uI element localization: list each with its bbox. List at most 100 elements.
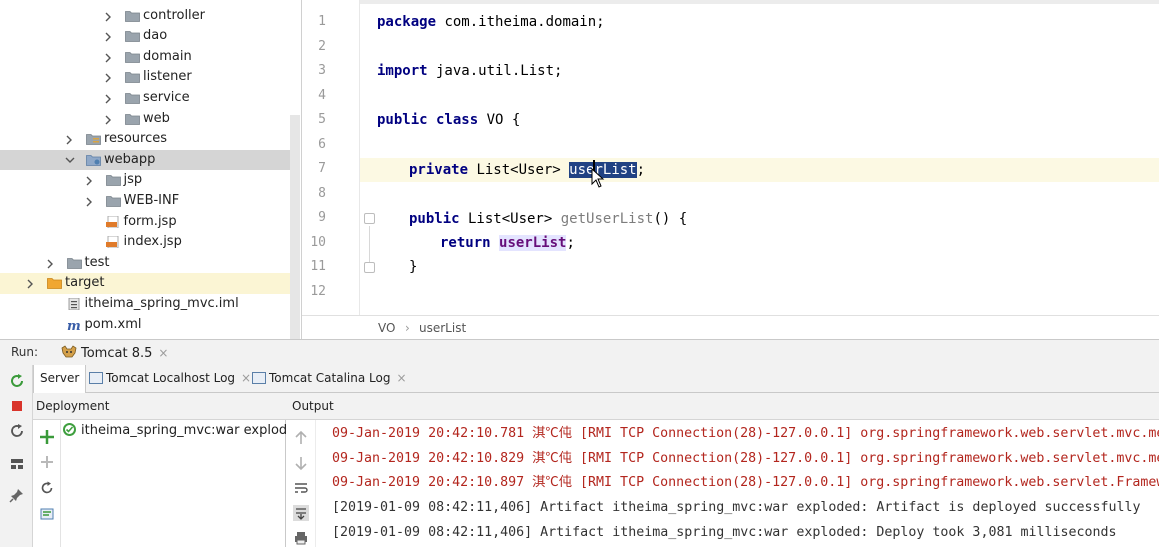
chevron-right-icon[interactable] xyxy=(64,129,74,149)
tree-item[interactable]: dao xyxy=(0,26,290,47)
chevron-right-icon[interactable] xyxy=(103,6,113,26)
chevron-right-icon[interactable] xyxy=(45,253,55,273)
log-line: 09-Jan-2019 20:42:10.781 淇℃伅 [RMI TCP Co… xyxy=(332,426,1159,441)
undeploy-icon[interactable] xyxy=(39,454,55,470)
breadcrumb-item[interactable]: userList xyxy=(419,316,466,340)
folder-icon xyxy=(66,257,82,269)
stop-icon[interactable] xyxy=(9,398,25,414)
log-line: 09-Jan-2019 20:42:10.897 淇℃伅 [RMI TCP Co… xyxy=(332,475,1159,491)
code-line-7[interactable]: private List<User> userList; xyxy=(409,159,645,181)
keyword: import xyxy=(377,63,428,79)
code-line-10[interactable]: return userList; xyxy=(440,232,575,254)
method-name: getUserList xyxy=(560,211,654,227)
line-gutter: 1 2 3 4 5 6 7 8 9 10 11 12 xyxy=(302,0,360,315)
layout-icon[interactable] xyxy=(9,456,25,472)
tree-item[interactable]: resources xyxy=(0,129,290,150)
tomcat-icon xyxy=(61,345,77,358)
chevron-right-icon[interactable] xyxy=(84,170,94,190)
chevron-down-icon[interactable] xyxy=(64,150,75,170)
deployment-panel: Deployment itheima_spring_mvc:war explod… xyxy=(33,393,303,547)
tree-item[interactable]: listener xyxy=(0,67,290,88)
tree-item[interactable]: domain xyxy=(0,47,290,68)
code-text: ; xyxy=(636,162,646,178)
run-config-tab[interactable]: Tomcat 8.5 × xyxy=(53,340,176,366)
tab-catalina-log[interactable]: Tomcat Catalina Log × xyxy=(246,365,413,393)
chevron-right-icon[interactable] xyxy=(25,273,35,293)
tab-server[interactable]: Server xyxy=(33,365,87,394)
soft-wrap-icon[interactable] xyxy=(293,480,309,496)
iml-file-icon xyxy=(68,297,79,310)
svg-text:m: m xyxy=(67,319,81,331)
artifact-icon[interactable] xyxy=(39,506,55,522)
code-line-1[interactable]: package com.itheima.domain; xyxy=(377,11,605,33)
tab-label: Server xyxy=(40,371,80,385)
run-toolbar xyxy=(0,365,33,547)
folder-icon xyxy=(105,195,121,207)
line-number: 1 xyxy=(318,14,326,29)
code-line-5[interactable]: public class VO { xyxy=(377,109,520,131)
tree-item[interactable]: m pom.xml xyxy=(0,315,290,336)
line-number: 6 xyxy=(318,136,326,152)
run-config-label: Tomcat 8.5 xyxy=(81,346,153,361)
update-icon[interactable] xyxy=(9,423,25,439)
run-header: Run: Tomcat 8.5 × xyxy=(0,339,1159,365)
field-reference: userList xyxy=(499,235,567,251)
tree-item[interactable]: service xyxy=(0,88,290,109)
fold-marker[interactable] xyxy=(364,262,375,273)
folder-icon xyxy=(125,72,140,84)
tree-item[interactable]: form.jsp xyxy=(0,212,290,233)
print-icon[interactable] xyxy=(293,530,309,546)
tree-item[interactable]: web xyxy=(0,109,290,130)
chevron-right-icon[interactable] xyxy=(103,109,113,129)
keyword: public class xyxy=(377,112,479,128)
chevron-right-icon[interactable] xyxy=(103,26,113,46)
jsp-file-icon xyxy=(105,236,118,249)
tree-item[interactable]: itheima_spring_mvc.iml xyxy=(0,294,290,315)
tree-item[interactable]: index.jsp xyxy=(0,232,290,253)
scroll-to-end-icon[interactable] xyxy=(293,505,309,521)
line-number: 8 xyxy=(318,185,326,201)
resources-folder-icon xyxy=(86,134,101,145)
arrow-up-icon[interactable] xyxy=(293,430,309,446)
code-editor[interactable]: 1 2 3 4 5 6 7 8 9 10 11 12 package com.itheima.doma… xyxy=(301,0,1159,339)
breadcrumb-item[interactable]: VO xyxy=(378,316,395,340)
folder-icon xyxy=(125,51,140,63)
deploy-all-icon[interactable] xyxy=(39,429,55,445)
rerun-icon[interactable] xyxy=(9,373,25,389)
jsp-file-icon xyxy=(105,215,118,228)
code-line-9[interactable]: public List<User> getUserList() { xyxy=(409,208,687,230)
refresh-icon[interactable] xyxy=(39,480,55,496)
chevron-right-icon[interactable] xyxy=(84,191,94,211)
fold-line xyxy=(369,226,370,262)
project-tree[interactable]: controller dao domain listener service web res… xyxy=(0,0,301,339)
close-icon[interactable]: × xyxy=(396,371,406,385)
code-line-3[interactable]: import java.util.List; xyxy=(377,60,562,82)
chevron-right-icon[interactable] xyxy=(103,67,113,87)
close-icon[interactable]: × xyxy=(158,346,168,360)
tree-item-label: index.jsp xyxy=(123,234,182,250)
tree-item[interactable]: webapp xyxy=(0,149,290,171)
tree-item[interactable]: WEB-INF xyxy=(0,191,290,212)
code-text: } xyxy=(409,259,418,275)
chevron-right-icon[interactable] xyxy=(103,88,113,108)
line-number: 5 xyxy=(318,112,326,127)
code-line-11[interactable]: } xyxy=(409,256,417,278)
tree-item[interactable]: controller xyxy=(0,6,290,27)
artifact-item[interactable]: itheima_spring_mvc:war exploded xyxy=(63,423,303,438)
keyword: public xyxy=(409,211,460,227)
chevron-right-icon[interactable] xyxy=(103,47,113,67)
folder-icon xyxy=(125,10,140,22)
tree-item[interactable]: test xyxy=(0,253,290,274)
tree-item[interactable]: target xyxy=(0,273,290,294)
tree-scrollbar[interactable] xyxy=(290,115,300,339)
log-line: [2019-01-09 08:42:11,406] Artifact ithei… xyxy=(332,500,1141,516)
tab-localhost-log[interactable]: Tomcat Localhost Log × xyxy=(83,365,257,393)
arrow-down-icon[interactable] xyxy=(293,455,309,471)
fold-marker[interactable] xyxy=(364,213,375,224)
code-text: VO { xyxy=(478,112,521,128)
pin-icon[interactable] xyxy=(9,487,25,503)
line-number: 4 xyxy=(318,87,326,103)
line-number: 10 xyxy=(310,234,326,250)
artifact-label: itheima_spring_mvc:war exploded xyxy=(81,423,304,438)
tree-item[interactable]: jsp xyxy=(0,170,290,191)
